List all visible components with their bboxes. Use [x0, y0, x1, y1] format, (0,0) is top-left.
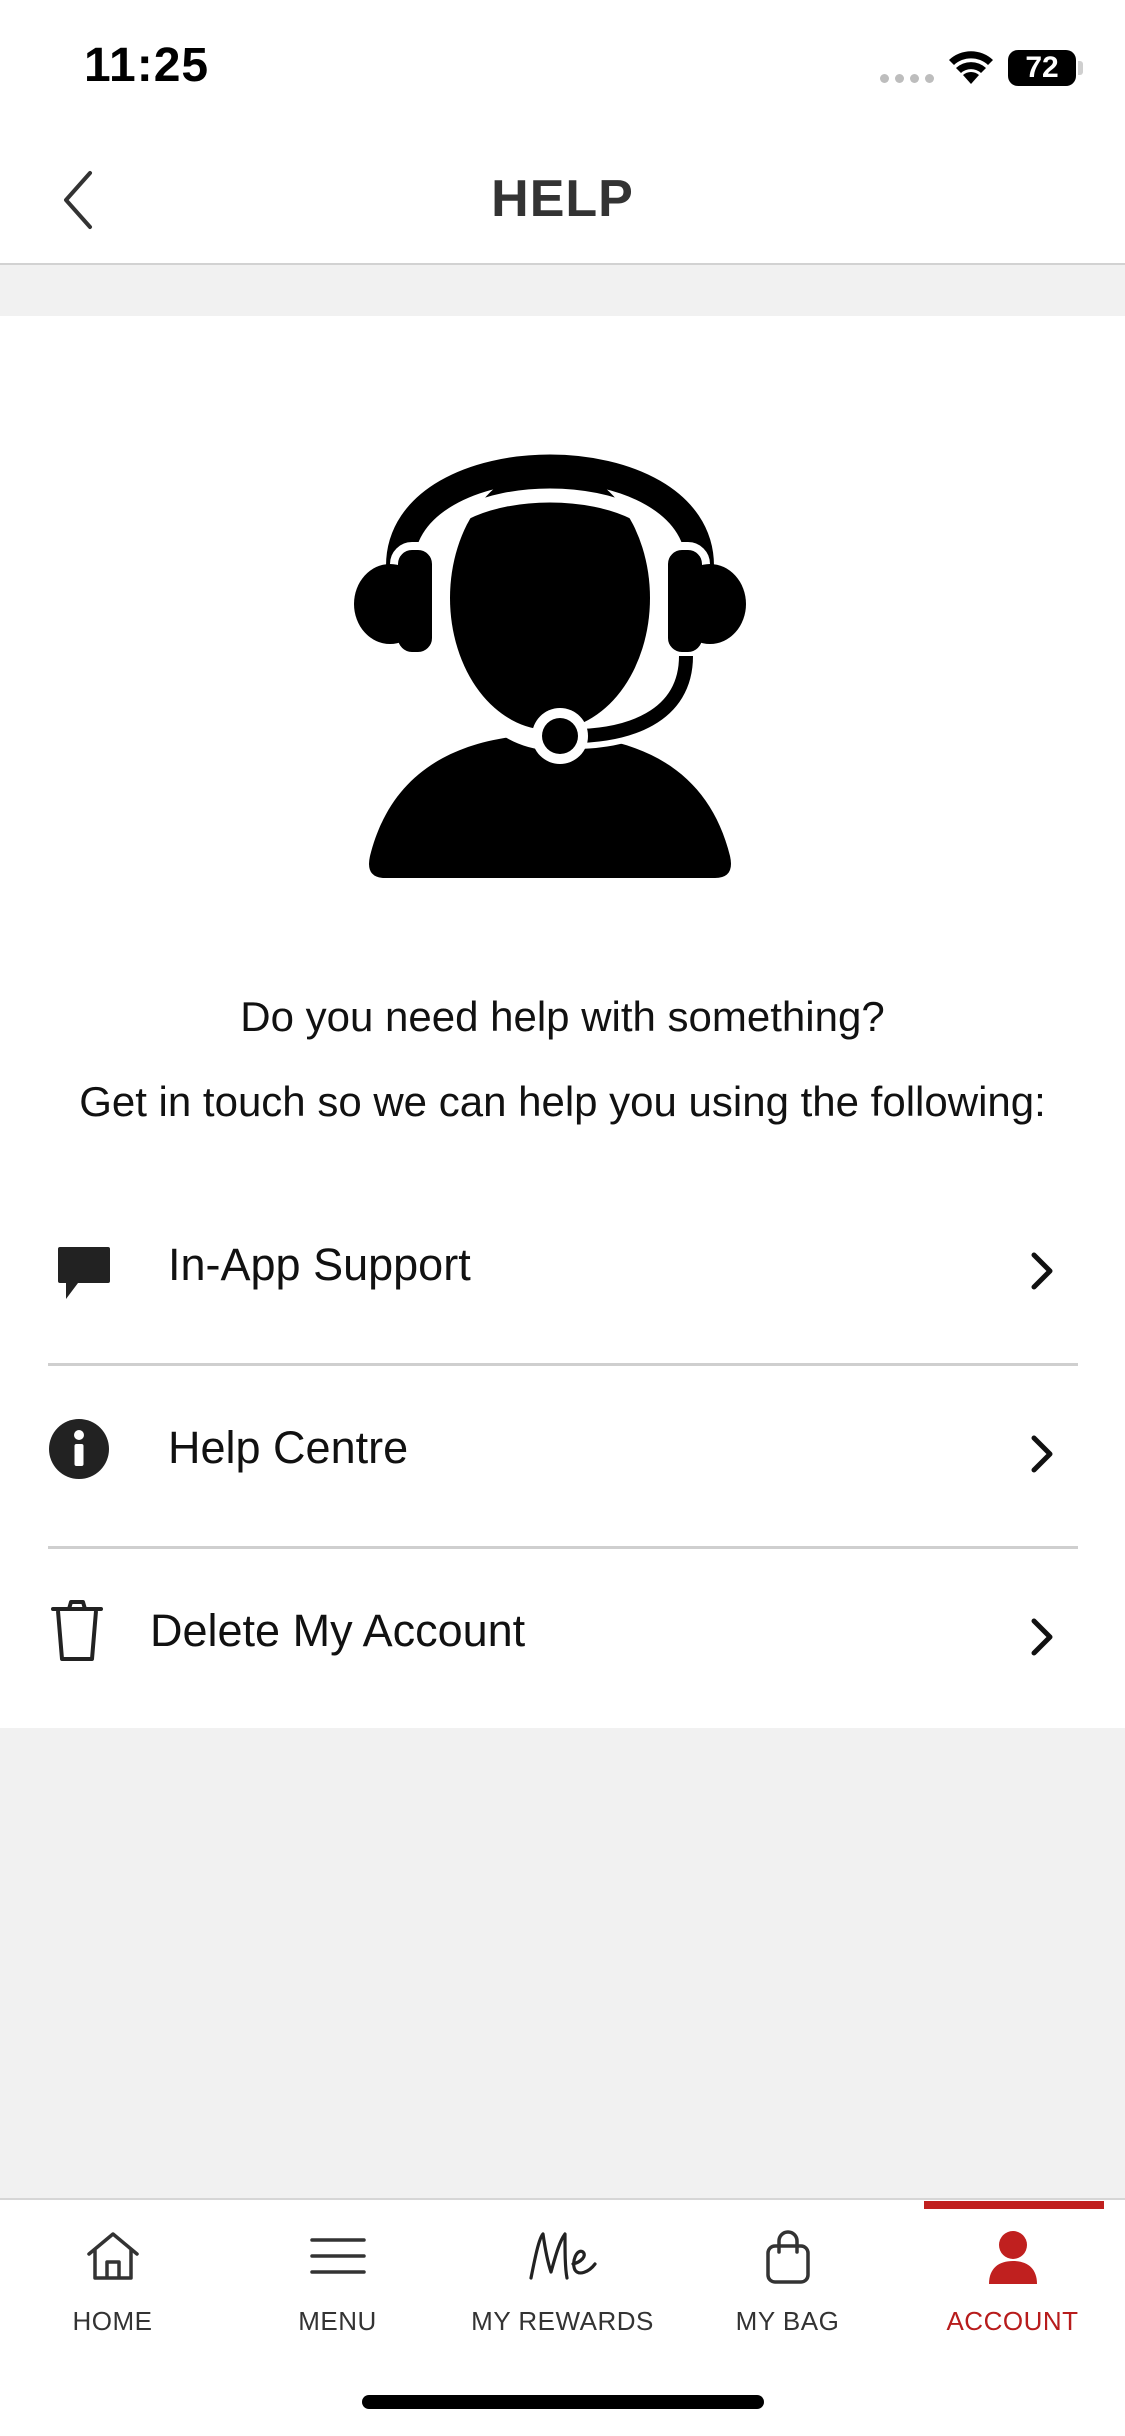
customer-support-agent-icon: [354, 454, 746, 878]
wifi-icon: [949, 51, 993, 84]
chevron-right-icon: [1031, 1435, 1053, 1473]
help-centre-row[interactable]: Help Centre: [48, 1366, 1078, 1549]
page-title: HELP: [491, 170, 634, 228]
cellular-signal-icon: [880, 74, 934, 83]
battery-level: 72: [1025, 51, 1059, 84]
trash-icon: [51, 1600, 103, 1661]
tab-menu-label: MENU: [298, 2306, 377, 2336]
nav-header: HELP: [0, 135, 1125, 265]
tab-account[interactable]: ACCOUNT: [900, 2200, 1125, 2370]
chevron-right-icon: [1031, 1252, 1053, 1290]
help-screen: 11:25 72 HELP Do you need help with some…: [0, 0, 1125, 2436]
tab-my-bag[interactable]: MY BAG: [675, 2200, 900, 2370]
tab-menu[interactable]: MENU: [225, 2200, 450, 2370]
in-app-support-label: In-App Support: [168, 1239, 471, 1290]
status-time: 11:25: [84, 39, 210, 92]
status-bar: 11:25 72: [0, 0, 1125, 135]
chevron-right-icon: [1031, 1618, 1053, 1656]
battery-cap: [1078, 61, 1083, 75]
home-indicator: [362, 2395, 764, 2409]
intro-question: Do you need help with something?: [240, 993, 885, 1040]
bag-icon: [765, 2230, 810, 2284]
chat-bubble-icon: [58, 1247, 110, 1299]
active-tab-indicator: [924, 2201, 1104, 2209]
rewards-icon: [528, 2232, 597, 2280]
in-app-support-row[interactable]: In-App Support: [48, 1183, 1078, 1366]
help-centre-label: Help Centre: [168, 1422, 409, 1473]
tab-my-bag-label: MY BAG: [735, 2306, 840, 2336]
home-icon: [86, 2232, 139, 2280]
info-icon: [49, 1419, 109, 1479]
delete-account-row[interactable]: Delete My Account: [48, 1549, 1078, 1732]
menu-icon: [309, 2238, 366, 2274]
delete-account-label: Delete My Account: [150, 1605, 526, 1656]
tab-account-label: ACCOUNT: [946, 2306, 1079, 2336]
intro-instruction: Get in touch so we can help you using th…: [79, 1078, 1046, 1125]
tab-my-rewards-label: MY REWARDS: [471, 2306, 654, 2336]
tab-home-label: HOME: [72, 2306, 153, 2336]
battery-icon: 72: [1008, 50, 1076, 86]
tab-my-rewards[interactable]: MY REWARDS: [450, 2200, 675, 2370]
tab-home[interactable]: HOME: [0, 2200, 225, 2370]
help-content: Do you need help with something? Get in …: [0, 316, 1125, 1728]
account-icon: [988, 2231, 1037, 2284]
